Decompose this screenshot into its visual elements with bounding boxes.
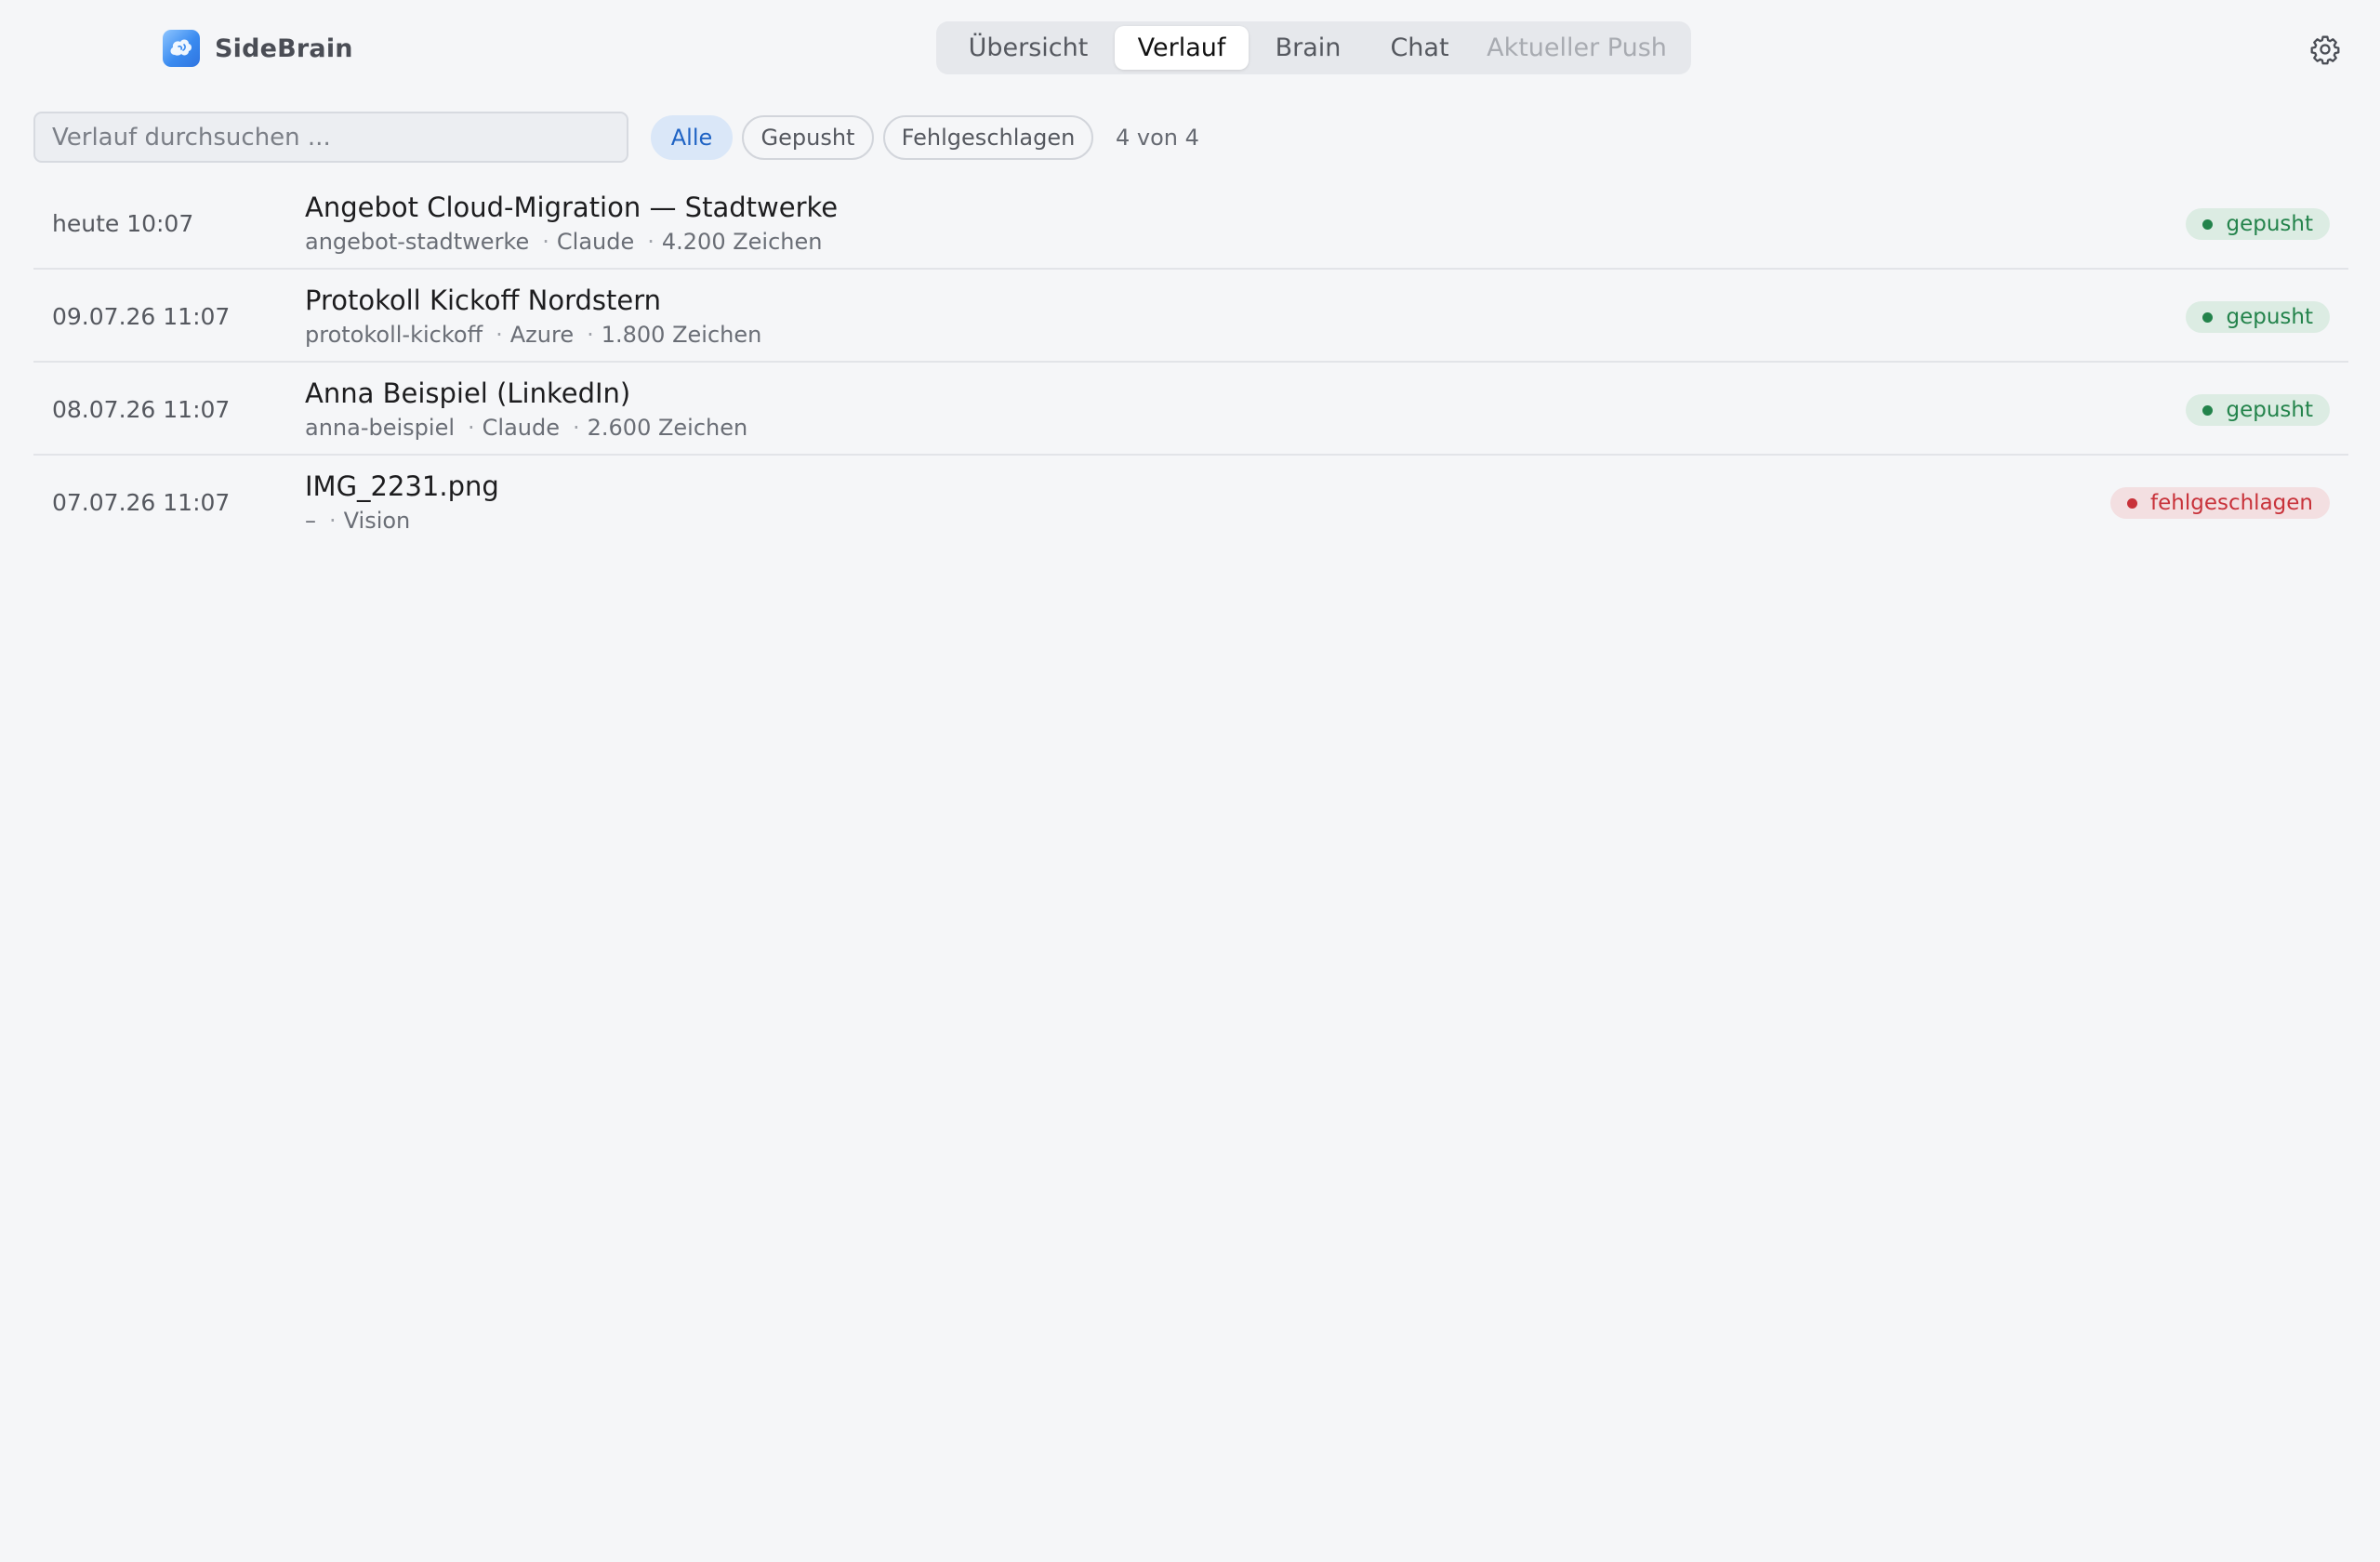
history-row[interactable]: 09.07.26 11:07 Protokoll Kickoff Nordste… [33,270,2348,363]
row-title: Angebot Cloud-Migration — Stadtwerke [305,192,839,223]
row-slug: – [305,508,316,534]
filter-alle[interactable]: Alle [651,115,733,160]
tab-verlauf[interactable]: Verlauf [1115,26,1249,70]
history-toolbar: Alle Gepusht Fehlgeschlagen 4 von 4 [33,112,2348,164]
meta-separator: · [587,322,594,348]
meta-separator: · [573,415,580,441]
gear-icon [2310,35,2340,65]
brand: SideBrain [163,28,353,69]
row-title: Protokoll Kickoff Nordstern [305,285,662,316]
meta-separator: · [542,229,549,255]
row-chars: 2.600 Zeichen [587,415,748,441]
status-badge: gepusht [2186,301,2330,333]
row-chars: 4.200 Zeichen [661,229,823,255]
row-engine: Claude [556,229,635,255]
main-tabs: Übersicht Verlauf Brain Chat Aktueller P… [936,21,1691,74]
meta-separator: · [329,508,337,534]
row-meta: angebot-stadtwerke · Claude · 4.200 Zeichen [305,229,822,255]
row-time: 07.07.26 11:07 [52,488,231,516]
status-badge: fehlgeschlagen [2110,487,2330,519]
row-engine: Vision [343,508,411,534]
row-time: 09.07.26 11:07 [52,302,231,330]
status-label: gepusht [2226,212,2313,236]
row-time: heute 10:07 [52,209,194,237]
tab-chat[interactable]: Chat [1368,26,1472,70]
settings-button[interactable] [2309,33,2341,65]
row-meta: protokoll-kickoff · Azure · 1.800 Zeichen [305,322,761,348]
tab-brain[interactable]: Brain [1249,26,1368,70]
history-row[interactable]: 07.07.26 11:07 IMG_2231.png – · Vision feh… [33,456,2348,549]
row-slug: protokoll-kickoff [305,322,483,348]
status-badge: gepusht [2186,208,2330,240]
status-dot-icon [2202,311,2214,323]
history-row[interactable]: heute 10:07 Angebot Cloud-Migration — St… [33,177,2348,270]
meta-separator: · [468,415,475,441]
app-header: SideBrain Übersicht Verlauf Brain Chat A… [0,0,2380,97]
row-slug: anna-beispiel [305,415,456,441]
result-count: 4 von 4 [1116,125,1199,151]
row-engine: Azure [509,322,575,348]
tab-aktueller-push: Aktueller Push [1487,33,1667,62]
row-engine: Claude [482,415,560,441]
row-title: IMG_2231.png [305,470,499,502]
history-list: heute 10:07 Angebot Cloud-Migration — St… [33,177,2348,549]
history-search-input[interactable] [33,112,628,163]
status-label: fehlgeschlagen [2150,491,2313,515]
status-label: gepusht [2226,398,2313,422]
row-title: Anna Beispiel (LinkedIn) [305,377,631,409]
history-row[interactable]: 08.07.26 11:07 Anna Beispiel (LinkedIn) … [33,363,2348,456]
filter-fehlgeschlagen[interactable]: Fehlgeschlagen [883,115,1093,160]
sidebrain-logo-icon [163,30,200,67]
meta-separator: · [496,322,503,348]
row-slug: angebot-stadtwerke [305,229,530,255]
tab-uebersicht[interactable]: Übersicht [942,26,1115,70]
row-chars: 1.800 Zeichen [601,322,762,348]
row-meta: anna-beispiel · Claude · 2.600 Zeichen [305,415,747,441]
row-time: 08.07.26 11:07 [52,395,231,423]
meta-separator: · [647,229,654,255]
status-badge: gepusht [2186,394,2330,426]
status-dot-icon [2127,497,2138,509]
filter-gepusht[interactable]: Gepusht [742,115,874,160]
app-name: SideBrain [215,33,353,63]
status-label: gepusht [2226,305,2313,329]
status-dot-icon [2202,218,2214,230]
status-dot-icon [2202,404,2214,416]
row-meta: – · Vision [305,508,410,534]
